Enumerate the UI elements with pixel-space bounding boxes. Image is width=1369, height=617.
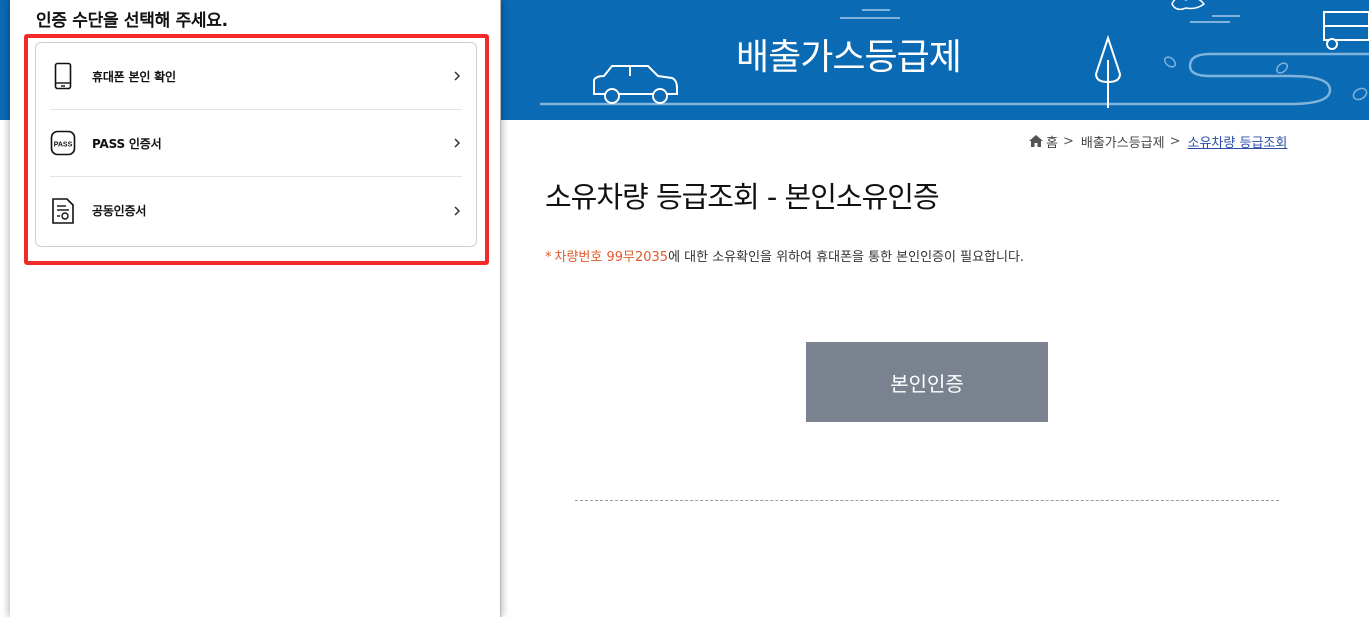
banner-title: 배출가스등급제: [736, 37, 962, 78]
highlight-annotation-box: [24, 34, 489, 265]
breadcrumb-separator-icon: >: [1062, 133, 1074, 149]
identity-verify-button[interactable]: 본인인증: [806, 342, 1048, 422]
popup-heading: 인증 수단을 선택해 주세요.: [36, 11, 228, 31]
breadcrumb-emission-grade[interactable]: 배출가스등급제: [1081, 132, 1165, 151]
notice-message: 에 대한 소유확인을 위하여 휴대폰을 통한 본인인증이 필요합니다.: [668, 250, 1025, 265]
breadcrumb-separator-icon: >: [1169, 133, 1181, 149]
leaf-icons: [1163, 56, 1368, 101]
page-title: 소유차량 등급조회 - 본인소유인증: [545, 180, 940, 214]
cloud-illustration: [1171, 0, 1206, 11]
car-illustration: [593, 65, 678, 104]
home-icon[interactable]: [1028, 134, 1044, 148]
breadcrumb-home[interactable]: 홈: [1046, 132, 1058, 151]
breadcrumb: 홈 > 배출가스등급제 > 소유차량 등급조회: [1028, 131, 1287, 151]
breadcrumb-current[interactable]: 소유차량 등급조회: [1188, 132, 1288, 151]
auth-method-popup: 인증 수단을 선택해 주세요. 휴대폰 본인 확인 PASS PASS 인증서 …: [10, 0, 501, 617]
tree-illustration: [1094, 34, 1122, 108]
wind-lines: [840, 9, 1240, 23]
notice-asterisk: *: [545, 250, 552, 265]
notice-text: * 차량번호 99무2035에 대한 소유확인을 위하여 휴대폰을 통한 본인인증…: [545, 246, 1024, 265]
truck-illustration: [1323, 11, 1369, 50]
notice-vehicle-number: 차량번호 99무2035: [554, 250, 669, 265]
dashed-divider: [575, 500, 1279, 501]
